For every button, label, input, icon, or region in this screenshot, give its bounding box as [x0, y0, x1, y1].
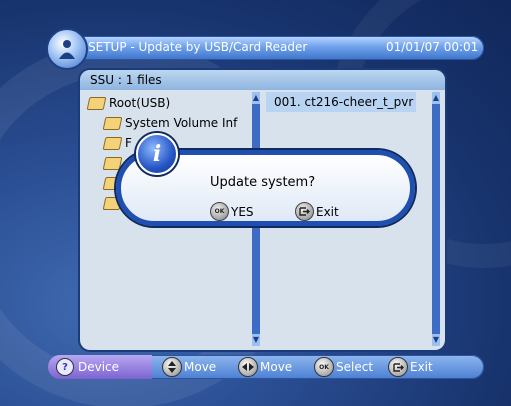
- panel-header: SSU : 1 files: [80, 70, 445, 90]
- folder-icon: [102, 156, 123, 170]
- exit-label: Exit: [316, 204, 339, 219]
- exit-key-icon: [388, 357, 408, 377]
- updown-arrows-icon: [162, 357, 182, 377]
- help-icon: ?: [56, 358, 74, 376]
- page-title: SETUP - Update by USB/Card Reader: [88, 40, 308, 54]
- folder-icon: [86, 96, 107, 110]
- leftright-arrows-icon: [238, 357, 258, 377]
- file-scrollbar[interactable]: ▲ ▼: [432, 92, 440, 346]
- scroll-up-icon[interactable]: ▲: [432, 92, 440, 104]
- move-label: Move: [184, 360, 217, 374]
- device-label: Device: [78, 360, 120, 374]
- move-label: Move: [260, 360, 293, 374]
- device-button[interactable]: ? Device: [48, 355, 152, 379]
- folder-label: F: [125, 136, 132, 150]
- scroll-up-icon[interactable]: ▲: [252, 92, 260, 104]
- move-updown-hint: Move: [162, 355, 216, 379]
- scroll-down-icon[interactable]: ▼: [432, 334, 440, 346]
- move-leftright-hint: Move: [238, 355, 292, 379]
- yes-label: YES: [231, 204, 254, 219]
- folder-icon: [102, 136, 123, 150]
- info-icon: i: [136, 133, 178, 175]
- folder-label: System Volume Inf: [125, 116, 238, 130]
- folder-item[interactable]: System Volume Inf: [102, 114, 238, 132]
- folder-item[interactable]: F: [102, 134, 132, 152]
- exit-label: Exit: [410, 360, 433, 374]
- folder-label: Root(USB): [109, 96, 171, 110]
- scroll-down-icon[interactable]: ▼: [252, 334, 260, 346]
- select-hint: OK Select: [314, 355, 373, 379]
- datetime-display: 01/01/07 00:01: [386, 40, 479, 54]
- exit-hint: Exit: [388, 355, 433, 379]
- exit-button[interactable]: Exit: [295, 202, 339, 221]
- yes-button[interactable]: OK YES: [210, 202, 254, 221]
- tv-screen: SETUP - Update by USB/Card Reader 01/01/…: [0, 0, 511, 406]
- exit-key-icon: [295, 202, 314, 221]
- dialog-message: Update system?: [210, 175, 316, 190]
- person-icon: [59, 40, 75, 59]
- folder-icon: [102, 116, 123, 130]
- select-label: Select: [336, 360, 374, 374]
- ssu-file-count: SSU : 1 files: [90, 73, 162, 87]
- file-item-selected[interactable]: 001. ct216-cheer_t_pvr: [266, 92, 416, 112]
- ok-key-icon: OK: [314, 357, 334, 377]
- ok-key-icon: OK: [210, 202, 229, 221]
- setup-icon: [46, 28, 88, 70]
- folder-root[interactable]: Root(USB): [86, 94, 171, 112]
- file-label: 001. ct216-cheer_t_pvr: [274, 95, 414, 109]
